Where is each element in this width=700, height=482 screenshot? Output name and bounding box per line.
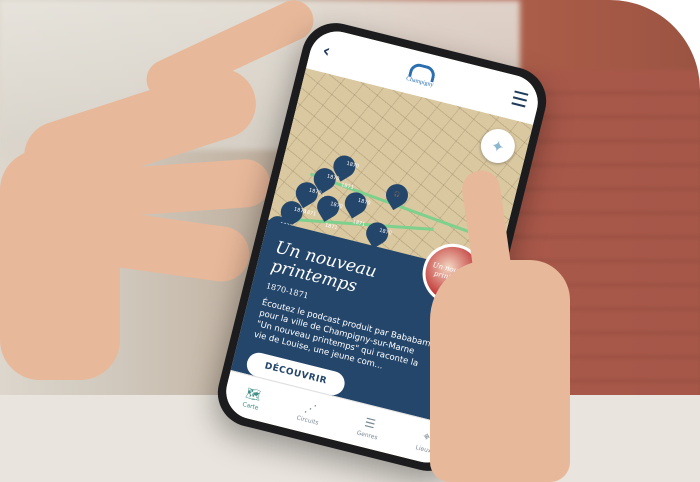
photo: ‹ Champigny ✦ 1870 1871 1870 1871 1870 1… xyxy=(0,0,700,482)
image-frame xyxy=(0,0,700,482)
